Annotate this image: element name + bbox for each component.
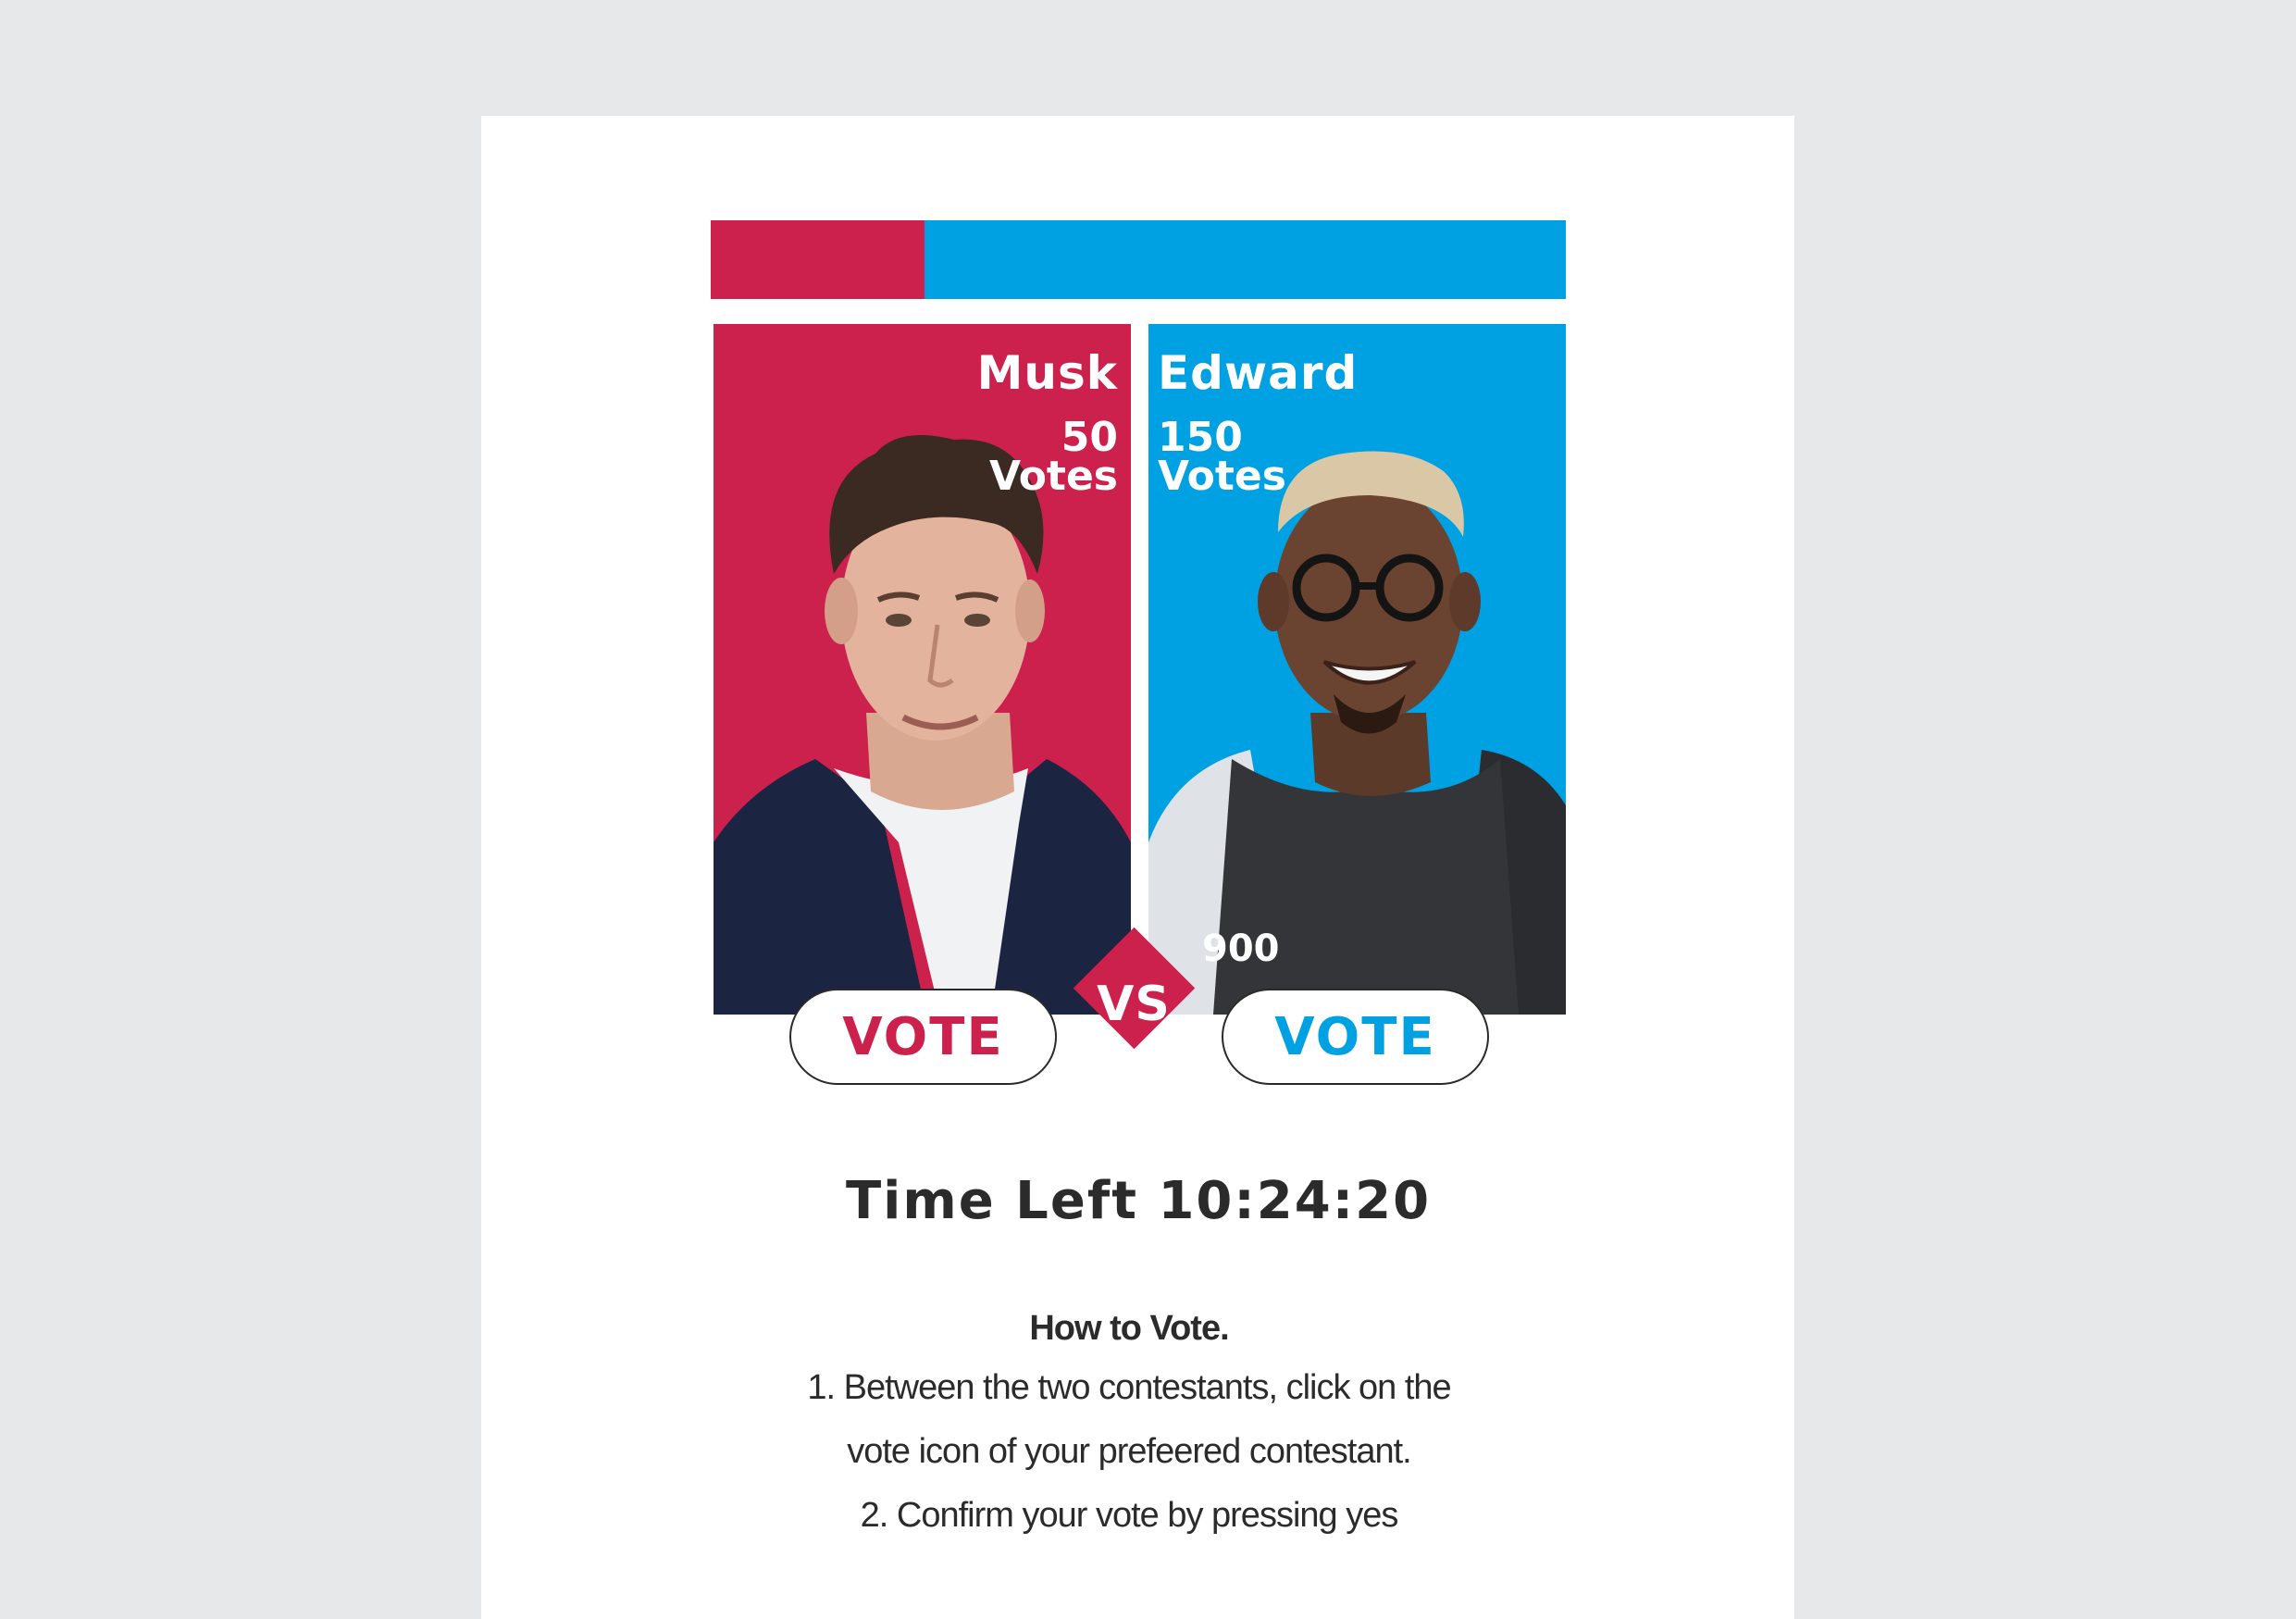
how-to-vote-instructions: How to Vote. 1. Between the two contesta… [666,1301,1592,1548]
instruction-line: vote icon of your prefeered contestant. [847,1432,1412,1471]
instructions-heading: How to Vote. [1029,1309,1229,1348]
stray-vote-count: 900 [1202,928,1280,970]
vote-button-musk[interactable]: VOTE [789,989,1057,1085]
votes-unit-musk: Votes [989,453,1118,500]
contestant-name-musk: Musk [976,346,1118,400]
contestant-panel-edward: Edward 150 Votes 900 [1148,324,1566,1015]
vote-button-edward[interactable]: VOTE [1222,989,1489,1085]
votes-count-musk: 50 [1061,414,1118,461]
votes-unit-edward: Votes [1158,453,1286,500]
instruction-line: 1. Between the two contestants, click on… [807,1368,1451,1407]
vote-progress-fill [711,220,925,299]
contestant-votes-musk: 50 Votes [989,414,1118,500]
votes-count-edward: 150 [1158,414,1243,461]
vote-progress-bar [711,220,1566,299]
instruction-line: 2. Confirm your vote by pressing yes [860,1496,1399,1535]
contestant-votes-edward: 150 Votes [1158,414,1286,500]
contestant-panel-musk: Musk 50 Votes [714,324,1131,1015]
contestant-name-edward: Edward [1158,346,1359,400]
time-left: Time Left 10:24:20 [845,1171,1432,1231]
versus-label: VS [1097,977,1171,1032]
